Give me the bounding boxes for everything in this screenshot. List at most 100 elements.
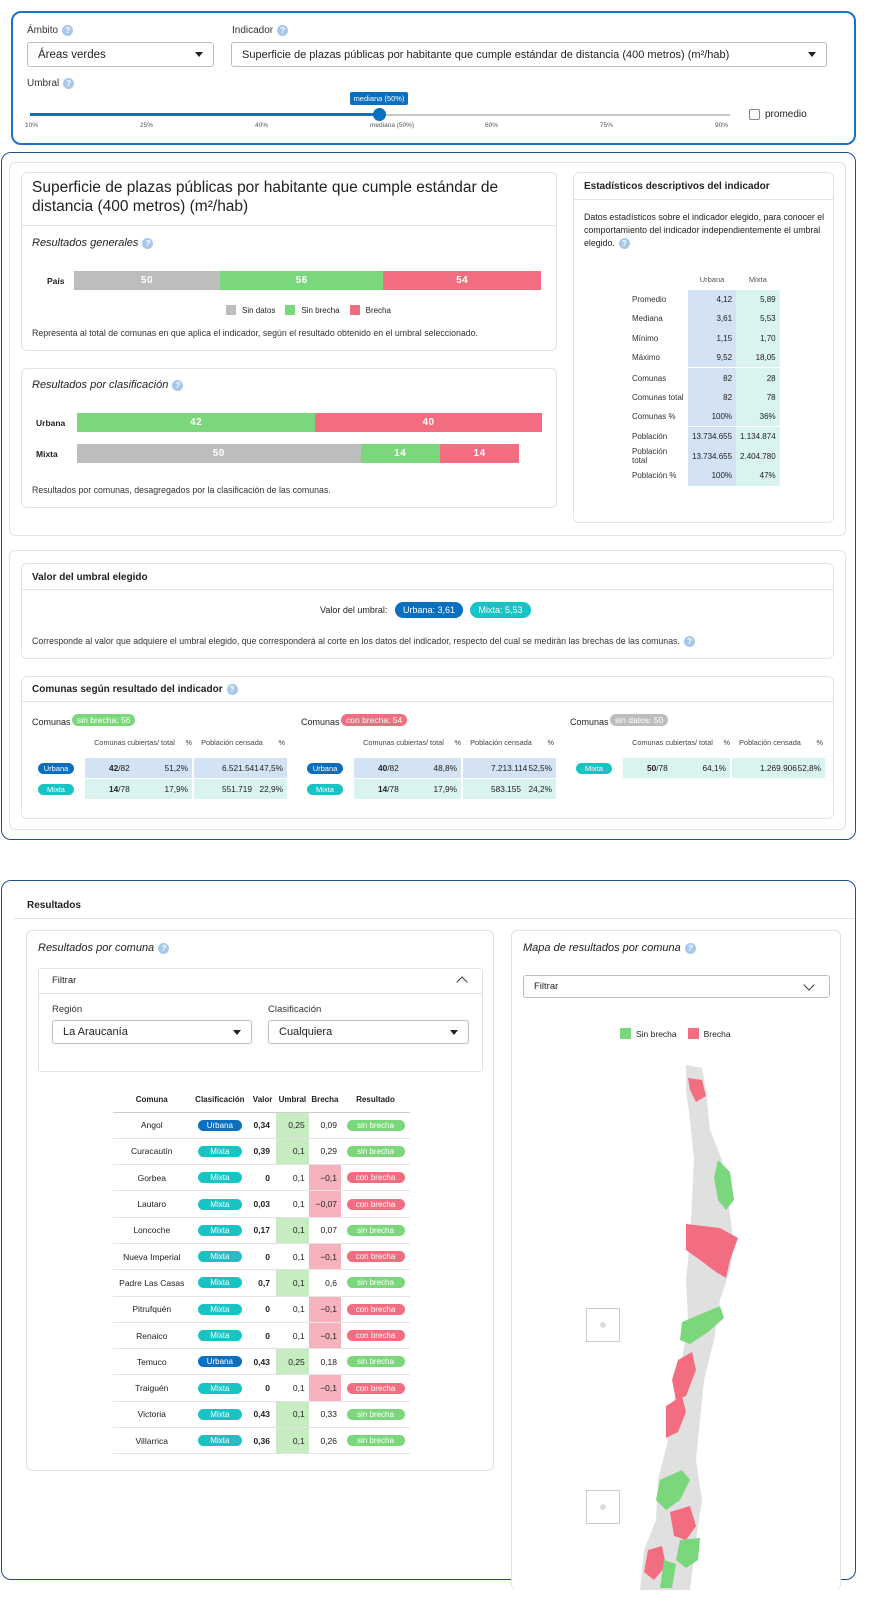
divider [21, 589, 834, 590]
group-col-header: Población censada [201, 738, 263, 747]
comunas-cell: 14/78 17,9% [354, 779, 461, 799]
classification-tag: Mixta [307, 784, 343, 795]
comuna-name: Loncoche [113, 1217, 191, 1244]
brecha-cell: 0,6 [308, 1269, 341, 1297]
region-select[interactable]: La Araucanía [52, 1020, 252, 1044]
umbral-cell: 0,25 [275, 1112, 309, 1139]
poblacion-value: 551.719 [222, 784, 252, 794]
poblacion-value: 6.521.541 [222, 763, 259, 773]
general-legend: Sin datos Sin brecha Brecha [226, 305, 395, 315]
brecha-cell: −0,07 [308, 1190, 341, 1218]
stats-row-label: Promedio [632, 294, 667, 304]
dot-icon [600, 1322, 606, 1328]
stats-urbana-value: 100% [688, 465, 737, 486]
classification-tag: Urbana [38, 763, 74, 774]
group-col-header: % [278, 738, 286, 747]
help-icon[interactable]: ? [226, 684, 238, 695]
umbral-mixta-badge: Mixta: 5,53 [470, 602, 531, 618]
result-badge: sin brecha [346, 1435, 405, 1447]
general-heading: Resultados generales? [32, 237, 154, 249]
stats-mixta-value: 28 [736, 367, 780, 388]
classification-tag: Mixta [38, 784, 74, 795]
group-prefix: Comunas [32, 717, 71, 727]
pais-bar-segment: 50 [74, 271, 220, 290]
map-zoom-box-2[interactable] [586, 1490, 620, 1524]
help-icon[interactable]: ? [277, 25, 289, 36]
map-filter[interactable]: Filtrar [523, 975, 830, 998]
comunas-covered: 14 [378, 784, 388, 794]
comunas-total: /82 [118, 763, 130, 773]
stats-urbana-value: 100% [688, 407, 737, 427]
poblacion-percent: 52,8% [797, 763, 821, 773]
ambito-select[interactable]: Áreas verdes [27, 42, 214, 67]
help-icon[interactable]: ? [158, 942, 170, 954]
map-legend: Sin brecha Brecha [620, 1028, 731, 1039]
valor-cell: 0,36 [249, 1427, 276, 1455]
divider [21, 701, 834, 702]
group-col-header: Comunas cubiertas/ total [632, 738, 713, 747]
help-icon[interactable]: ? [684, 942, 696, 954]
legend-swatch [349, 305, 360, 315]
stats-mixta-value: 2.404.780 [736, 446, 780, 466]
map-zoom-box-1[interactable] [586, 1308, 620, 1342]
indicator-title: Superficie de plazas públicas por habita… [32, 179, 499, 215]
chile-map[interactable] [630, 1060, 740, 1590]
clasif-bar-segment: 42 [77, 413, 316, 432]
stats-urbana-value: 13.734.655 [688, 446, 737, 466]
group-col-header: Población censada [470, 738, 532, 747]
comunas-total: /78 [656, 763, 668, 773]
help-icon[interactable]: ? [63, 78, 75, 89]
comunas-cell: 50/78 64,1% [623, 758, 730, 778]
help-icon[interactable]: ? [142, 237, 154, 249]
comuna-name: Pitrufquén [113, 1296, 191, 1323]
table-row: Renaico Mixta 0 0,1 −0,1 con brecha [113, 1322, 410, 1350]
indicador-select[interactable]: Superficie de plazas públicas por habita… [231, 42, 827, 67]
brecha-cell: 0,26 [308, 1427, 341, 1455]
poblacion-value: 583.155 [491, 784, 521, 794]
comuna-name: Padre Las Casas [113, 1269, 191, 1297]
valor-cell: 0 [249, 1164, 276, 1192]
clasif-note: Resultados por comunas, desagregados por… [32, 485, 331, 495]
group-col-header: % [454, 738, 462, 747]
filter-toggle[interactable]: Filtrar [52, 975, 76, 986]
help-icon[interactable]: ? [172, 379, 184, 391]
slider-handle[interactable] [373, 108, 386, 121]
brecha-cell: 0,09 [308, 1112, 341, 1139]
brecha-cell: 0,18 [308, 1348, 341, 1376]
help-icon[interactable]: ? [618, 238, 630, 250]
group-badge: con brecha: 54 [341, 714, 408, 726]
comunas-total: /82 [387, 763, 399, 773]
ambito-label: Ámbito? [27, 25, 74, 36]
classification-tag: Mixta [576, 763, 612, 774]
comuna-name: Lautaro [113, 1190, 191, 1218]
stats-col-header: Mixta [748, 275, 767, 285]
table-row: Padre Las Casas Mixta 0,7 0,1 0,6 sin brecha [113, 1269, 410, 1297]
comuna-name: Traiguén [113, 1374, 191, 1402]
por-comuna-heading: Resultados por comuna? [38, 942, 170, 954]
table-row: Traiguén Mixta 0 0,1 −0,1 con brecha [113, 1374, 410, 1402]
stats-col-header: Urbana [699, 275, 725, 285]
table-row: Victoria Mixta 0,43 0,1 0,33 sin brecha [113, 1401, 410, 1429]
classification-tag: Urbana [307, 763, 343, 774]
dot-icon [600, 1504, 606, 1510]
umbral-cell: 0,1 [275, 1401, 309, 1429]
promedio-label: promedio [765, 109, 807, 120]
promedio-checkbox[interactable] [749, 109, 760, 120]
comunas-count: 14/78 [109, 784, 130, 794]
slider-tick-label: 90% [715, 122, 729, 129]
stats-row-label: Mediana [632, 314, 663, 324]
comunas-percent: 64,1% [702, 763, 726, 773]
result-badge: sin brecha [346, 1119, 405, 1131]
table-row: Villarrica Mixta 0,36 0,1 0,26 sin brecha [113, 1427, 410, 1455]
legend-swatch-con [687, 1028, 699, 1039]
help-icon[interactable]: ? [62, 25, 74, 36]
clasif-bar-segment: 50 [77, 444, 361, 463]
valor-cell: 0 [249, 1322, 276, 1350]
clasificacion-select[interactable]: Cualquiera [268, 1020, 469, 1044]
poblacion-value: 1.269.906 [760, 763, 797, 773]
stats-mixta-value: 18,05 [736, 348, 780, 368]
poblacion-percent: 52,5% [528, 763, 552, 773]
help-icon[interactable]: ? [683, 636, 695, 648]
umbral-heading: Valor del umbral elegido [32, 572, 148, 583]
umbral-cell: 0,1 [275, 1374, 309, 1402]
